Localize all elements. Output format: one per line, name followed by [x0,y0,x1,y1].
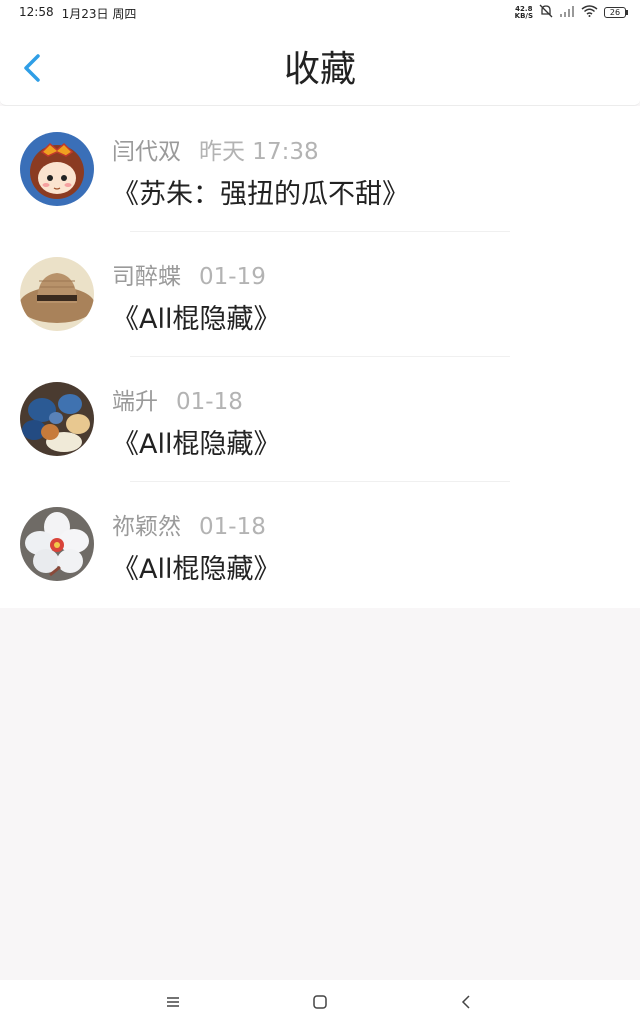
item-title: 《苏朱：强扭的瓜不甜》 [112,179,409,210]
mute-icon [539,4,553,21]
net-speed: 42.8 KB/S [514,4,533,20]
cartoon-girl-avatar [20,132,94,206]
favorites-list: 闫代双 昨天 17:38 《苏朱：强扭的瓜不甜》 司醉蝶 01-19 《All棍隐藏… [0,106,640,608]
list-item[interactable]: 端升 01-18 《All棍隐藏》 [0,356,640,481]
item-meta: 端升 01-18 [112,382,243,416]
author-name: 司醉蝶 [112,264,181,290]
item-title: 《All棍隐藏》 [112,304,281,335]
navigation-bar [0,980,640,1024]
battery-icon: 26 [604,7,628,18]
nav-back-button[interactable] [457,992,477,1012]
seashells-avatar [20,382,94,456]
favorites-screen: 12:58 1月23日 周四 42.8 KB/S 26 收藏 闫代双 昨天 17… [0,0,640,1024]
straw-hat-avatar [20,257,94,331]
home-icon [313,995,327,1009]
signal-icon [559,5,575,20]
item-meta: 祢颖然 01-18 [112,507,266,541]
author-name: 祢颖然 [112,514,181,540]
status-bar: 12:58 1月23日 周四 42.8 KB/S 26 [0,0,640,26]
home-button[interactable] [310,992,330,1012]
wifi-icon [581,5,598,20]
status-right: 42.8 KB/S 26 [514,4,628,21]
item-time: 昨天 17:38 [199,139,319,165]
item-time: 01-19 [199,264,266,290]
menu-button[interactable] [163,992,183,1012]
status-left: 12:58 1月23日 周四 [19,5,136,22]
white-flower-avatar [20,507,94,581]
author-name: 闫代双 [112,139,181,165]
menu-icon [167,997,179,1007]
status-time: 12:58 [19,5,54,19]
author-name: 端升 [112,389,158,415]
item-meta: 司醉蝶 01-19 [112,257,266,291]
list-item[interactable]: 司醉蝶 01-19 《All棍隐藏》 [0,231,640,356]
back-icon [461,995,470,1009]
item-time: 01-18 [176,389,243,415]
page-title: 收藏 [283,49,356,90]
item-time: 01-18 [199,514,266,540]
list-item[interactable]: 闫代双 昨天 17:38 《苏朱：强扭的瓜不甜》 [0,106,640,231]
item-title: 《All棍隐藏》 [112,554,281,585]
item-title: 《All棍隐藏》 [112,429,281,460]
list-item[interactable]: 祢颖然 01-18 《All棍隐藏》 [0,481,640,606]
status-date: 1月23日 周四 [61,7,137,21]
header: 收藏 [0,26,640,106]
item-meta: 闫代双 昨天 17:38 [112,132,319,166]
